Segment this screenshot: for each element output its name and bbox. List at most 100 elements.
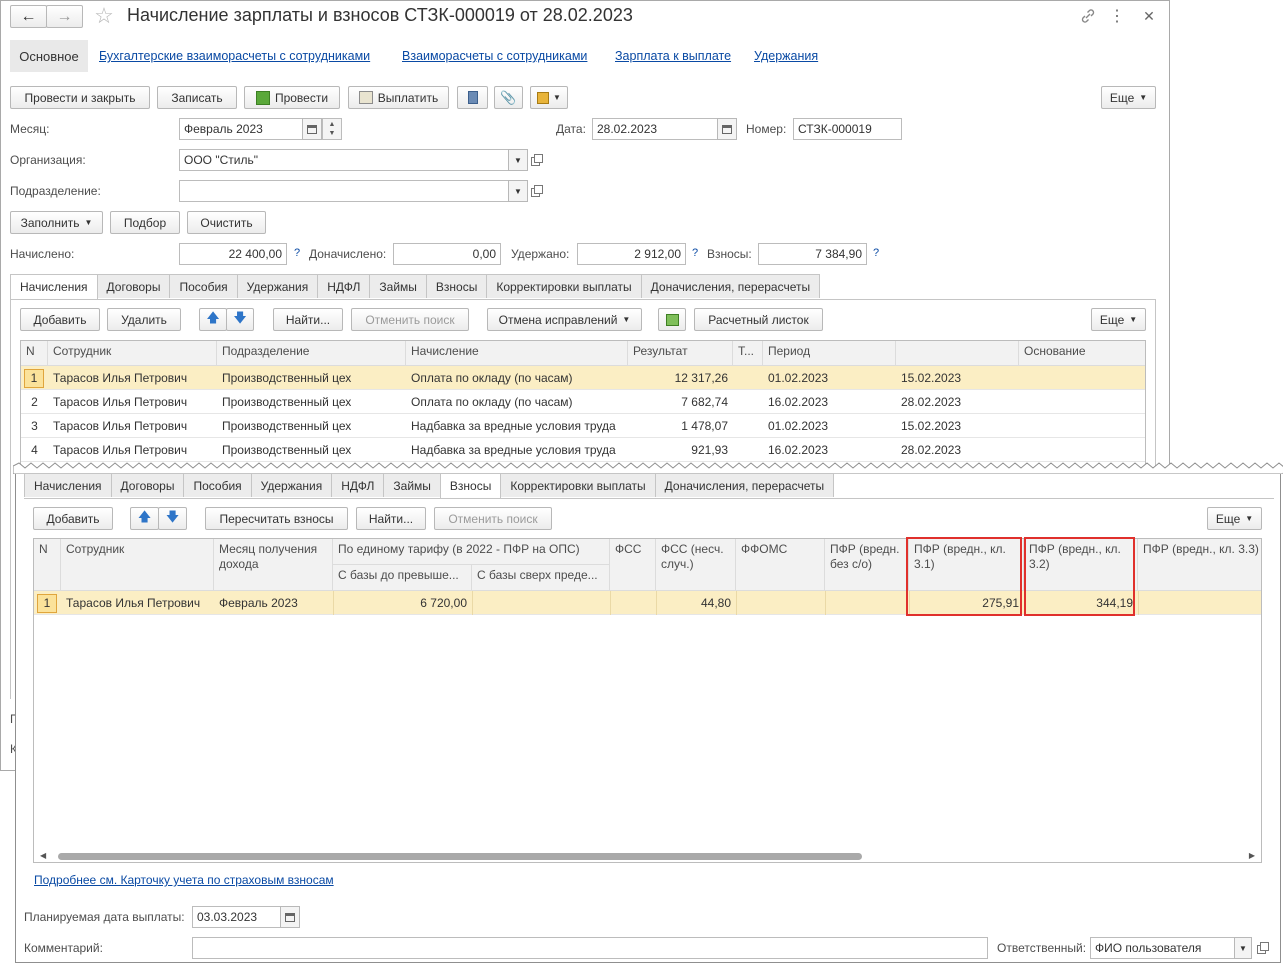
col-header-t[interactable]: Т... [733,341,763,366]
open-icon[interactable] [530,184,544,198]
tab-recalculations[interactable]: Доначисления, перерасчеты [654,473,835,497]
tab-deductions[interactable]: Удержания [250,473,333,497]
col-header-period[interactable]: Период [763,341,896,366]
cancel-search-button[interactable]: Отменить поиск [351,308,469,331]
export-button[interactable] [658,308,686,331]
dept-dropdown-button[interactable]: ▼ [508,180,528,202]
table-row[interactable]: 3 Тарасов Илья Петрович Производственный… [21,414,1145,438]
tab-deductions[interactable]: Удержания [236,274,319,298]
nav-tab-accounting[interactable]: Бухгалтерские взаиморасчеты с сотрудника… [99,49,370,63]
col-header-single-base-above[interactable]: С базы сверх преде... [472,565,610,591]
contribution-card-link[interactable]: Подробнее см. Карточку учета по страховы… [34,873,334,887]
post-and-close-button[interactable]: Провести и закрыть [10,86,150,109]
tab-contracts[interactable]: Договоры [96,274,171,298]
front-more-button[interactable]: Еще ▼ [1207,507,1262,530]
col-header-pfr-harmful-no-so[interactable]: ПФР (вредн. без с/о) [825,539,909,591]
comment-field[interactable] [192,937,988,959]
col-header-employee[interactable]: Сотрудник [48,341,217,366]
nav-tab-deductions[interactable]: Удержания [754,49,818,63]
clear-button[interactable]: Очистить [187,211,266,234]
open-icon[interactable] [1256,941,1270,955]
tab-contracts[interactable]: Договоры [110,473,185,497]
help-icon[interactable]: ? [294,247,300,259]
table-row[interactable]: 1 Тарасов Илья Петрович Производственный… [21,366,1145,390]
close-icon[interactable]: ✕ [1141,7,1157,25]
add-button[interactable]: Добавить [33,507,113,530]
star-icon[interactable]: ☆ [92,3,116,28]
help-icon[interactable]: ? [873,247,879,259]
stepper-down-icon[interactable]: ▼ [329,129,336,138]
nav-tab-settlements[interactable]: Взаиморасчеты с сотрудниками [402,49,587,63]
help-icon[interactable]: ? [692,247,698,259]
col-header-basis[interactable]: Основание [1019,341,1145,366]
move-up-button[interactable]: 🡅 [130,507,159,530]
stepper-up-icon[interactable]: ▲ [329,120,336,129]
col-header-result[interactable]: Результат [628,341,733,366]
cancel-search-button[interactable]: Отменить поиск [434,507,552,530]
tab-contributions[interactable]: Взносы [425,274,488,298]
recalc-contributions-button[interactable]: Пересчитать взносы [205,507,348,530]
tab-pay-corrections[interactable]: Корректировки выплаты [500,473,656,497]
back-nav-button[interactable]: ← [10,5,47,28]
responsible-field[interactable]: ФИО пользователя [1090,937,1235,959]
find-button[interactable]: Найти... [356,507,426,530]
save-button[interactable]: Записать [157,86,237,109]
tab-pay-corrections[interactable]: Корректировки выплаты [486,274,642,298]
nav-tab-payroll[interactable]: Зарплата к выплате [615,49,731,63]
col-header-income-month[interactable]: Месяц получения дохода [214,539,333,591]
table-row[interactable]: 2 Тарасов Илья Петрович Производственный… [21,390,1145,414]
tab-benefits[interactable]: Пособия [169,274,238,298]
back-more-button[interactable]: Еще ▼ [1091,308,1146,331]
col-header-single-tariff[interactable]: По единому тарифу (в 2022 - ПФР на ОПС) [333,539,610,565]
cancel-fix-button[interactable]: Отмена исправлений ▼ [487,308,642,331]
tab-accruals[interactable]: Начисления [24,473,112,497]
print-dropdown-button[interactable]: ▼ [530,86,568,109]
scrollbar-thumb[interactable] [58,853,862,860]
fill-button[interactable]: Заполнить ▼ [10,211,103,234]
org-dropdown-button[interactable]: ▼ [508,149,528,171]
tab-ndfl[interactable]: НДФЛ [317,274,371,298]
pay-button[interactable]: Выплатить [348,86,449,109]
date-field[interactable]: 28.02.2023 [592,118,718,140]
responsible-dropdown-button[interactable]: ▼ [1234,937,1252,959]
move-down-button[interactable]: 🡇 [158,507,187,530]
more-vertical-icon[interactable]: ⋮ [1109,7,1125,25]
col-header-n[interactable]: N [34,539,61,591]
nav-tab-main[interactable]: Основное [10,40,88,72]
link-icon[interactable] [1078,7,1098,25]
calendar-button[interactable] [302,118,322,140]
month-stepper[interactable]: ▲ ▼ [322,118,342,140]
tab-loans[interactable]: Займы [369,274,427,298]
number-field[interactable]: СТЗК-000019 [793,118,902,140]
plan-date-field[interactable]: 03.03.2023 [192,906,281,928]
month-field[interactable]: Февраль 2023 [179,118,303,140]
forward-nav-button[interactable]: → [46,5,83,28]
tab-ndfl[interactable]: НДФЛ [331,473,385,497]
col-header-n[interactable]: N [21,341,48,366]
col-header-ffoms[interactable]: ФФОМС [736,539,825,591]
pick-button[interactable]: Подбор [110,211,180,234]
scroll-left-icon[interactable]: ◀ [40,851,46,860]
find-button[interactable]: Найти... [273,308,343,331]
tab-benefits[interactable]: Пособия [183,473,252,497]
attach-button[interactable]: 📎 [494,86,523,109]
col-header-fss[interactable]: ФСС [610,539,656,591]
payslip-button[interactable]: Расчетный листок [694,308,823,331]
more-button[interactable]: Еще ▼ [1101,86,1156,109]
col-header-employee[interactable]: Сотрудник [61,539,214,591]
move-down-button[interactable]: 🡇 [226,308,254,331]
post-button[interactable]: Провести [244,86,340,109]
col-header-fss-accident[interactable]: ФСС (несч. случ.) [656,539,736,591]
date-calendar-button[interactable] [717,118,737,140]
col-header-single-base-below[interactable]: С базы до превыше... [333,565,472,591]
tab-accruals[interactable]: Начисления [10,274,98,299]
plan-date-calendar-button[interactable] [280,906,300,928]
open-icon[interactable] [530,153,544,167]
col-header-pfr-harmful-3-3[interactable]: ПФР (вредн., кл. 3.3) [1138,539,1261,591]
col-header-dept[interactable]: Подразделение [217,341,406,366]
horizontal-scrollbar[interactable]: ◀ ▶ [34,850,1261,862]
tab-loans[interactable]: Займы [383,473,441,497]
scroll-right-icon[interactable]: ▶ [1249,851,1255,860]
dept-field[interactable] [179,180,509,202]
tab-recalculations[interactable]: Доначисления, перерасчеты [640,274,821,298]
